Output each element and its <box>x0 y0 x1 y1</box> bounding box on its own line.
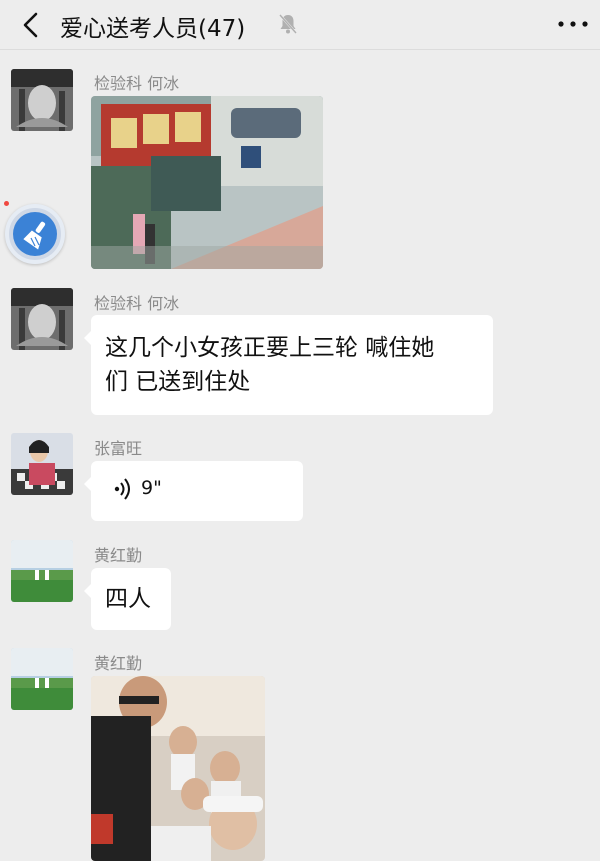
chat-title[interactable]: 爱心送考人员(47) <box>60 9 245 43</box>
avatar[interactable] <box>11 540 73 602</box>
message-text-line: 们 已送到住处 <box>105 369 251 395</box>
floating-assistant-button[interactable] <box>5 204 65 264</box>
message-text-line: 这几个小女孩正要上三轮 喊住她 <box>105 335 435 361</box>
broom-icon <box>23 221 46 250</box>
voice-message[interactable]: 9" <box>84 461 303 521</box>
avatar[interactable] <box>11 648 73 710</box>
chat-screen: 爱心送考人员(47) 检验科 何冰 检验科 何冰 这几个小女孩正要上三轮 喊住她… <box>0 0 600 861</box>
voice-wave-icon <box>114 478 130 500</box>
chat-header: 爱心送考人员(47) <box>0 0 600 50</box>
more-dots-icon <box>558 21 588 27</box>
chevron-left-icon <box>23 12 38 38</box>
avatar[interactable] <box>11 288 73 350</box>
back-button[interactable] <box>14 8 48 42</box>
sender-name: 张富旺 <box>94 439 143 458</box>
sender-name: 检验科 何冰 <box>94 294 180 313</box>
more-button[interactable] <box>556 14 590 34</box>
text-message[interactable]: 这几个小女孩正要上三轮 喊住她 们 已送到住处 <box>84 315 493 415</box>
bell-muted-icon <box>276 12 300 36</box>
avatar[interactable] <box>11 433 73 495</box>
image-message[interactable] <box>91 96 323 269</box>
image-message[interactable] <box>91 676 265 861</box>
message-text: 四人 <box>105 586 151 612</box>
voice-duration: 9" <box>141 477 162 499</box>
notification-dot <box>4 201 9 206</box>
sender-name: 检验科 何冰 <box>94 74 180 93</box>
text-message[interactable]: 四人 <box>84 568 171 630</box>
sender-name: 黄红勤 <box>94 654 143 673</box>
sender-name: 黄红勤 <box>94 546 143 565</box>
avatar[interactable] <box>11 69 73 131</box>
